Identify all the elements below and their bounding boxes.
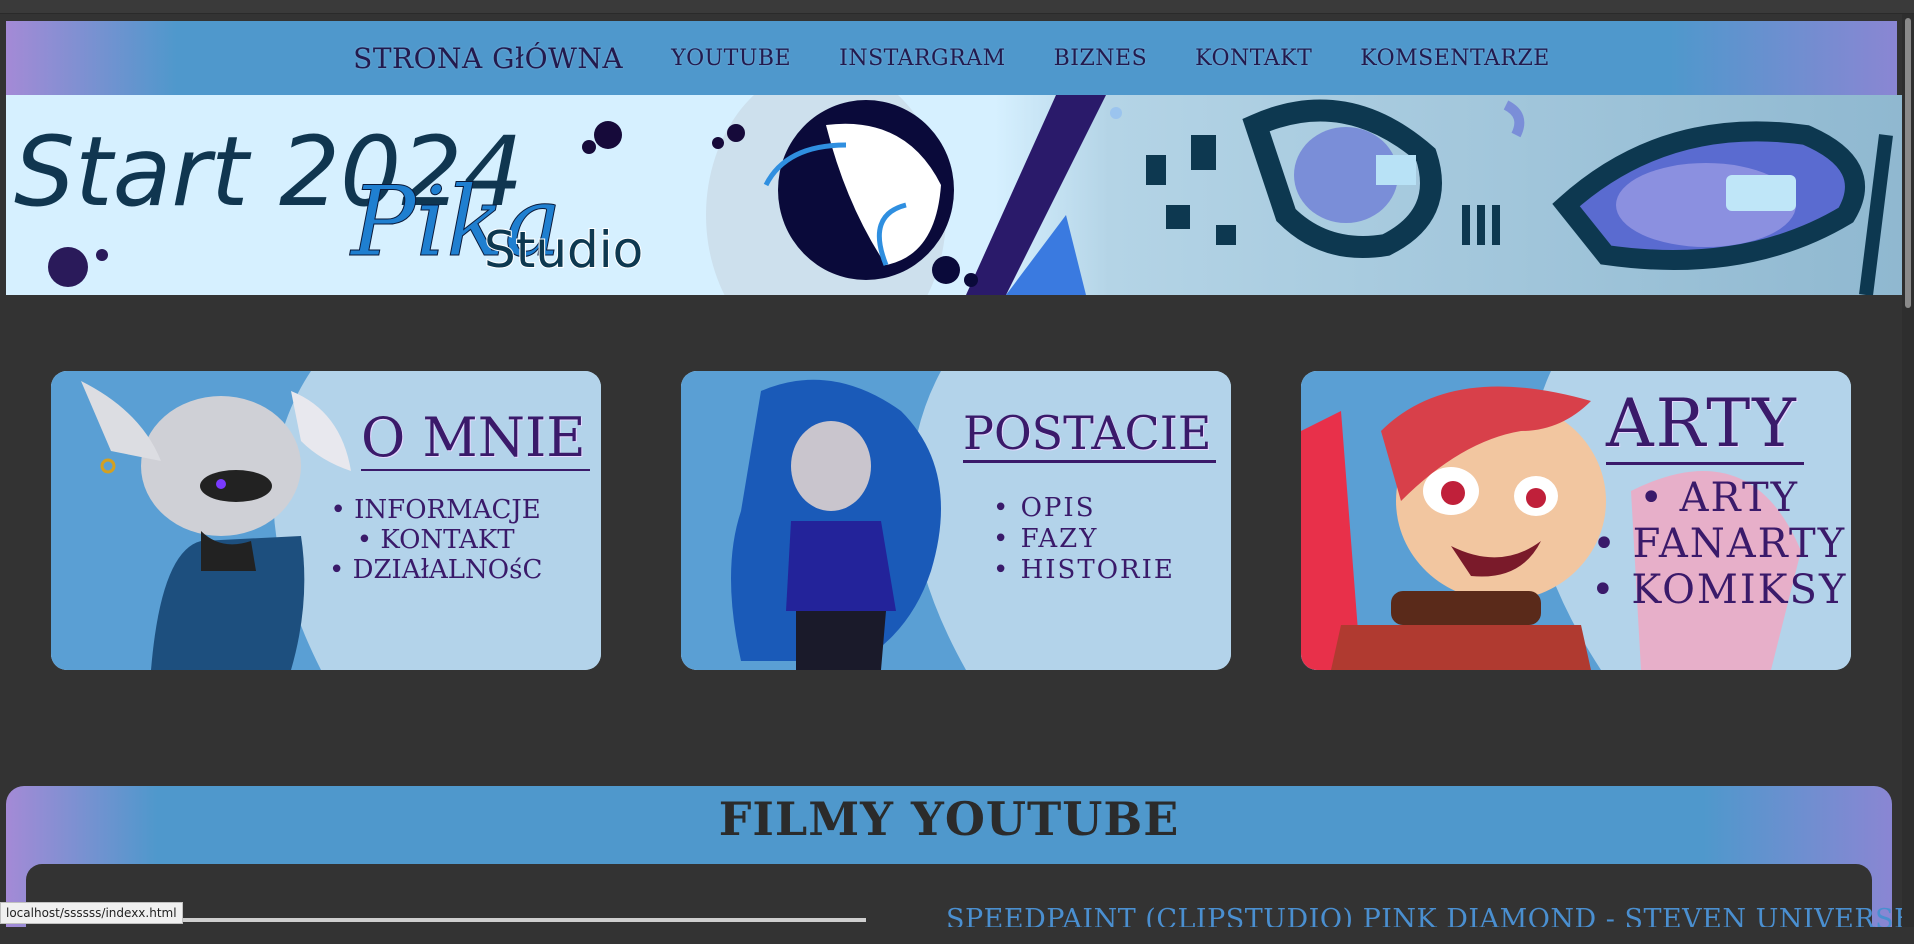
- list-item[interactable]: • KONTAKT: [329, 525, 542, 555]
- card-title: O MNIE: [361, 406, 590, 471]
- characters-card[interactable]: POSTACIE • OPIS • FAZY • HISTORIE: [681, 371, 1231, 670]
- card-title: ARTY: [1606, 385, 1804, 465]
- about-me-list: • INFORMACJE • KONTAKT • DZIAłALNOśC: [329, 495, 542, 585]
- list-item[interactable]: • INFORMACJE: [329, 495, 542, 525]
- about-me-card[interactable]: O MNIE • INFORMACJE • KONTAKT • DZIAłALN…: [51, 371, 601, 670]
- nav-business-link[interactable]: BIZNES: [1030, 46, 1172, 71]
- video-title-link[interactable]: SPEEDPAINT (CLIPSTUDIO) PINK DIAMOND - S…: [946, 904, 1914, 927]
- card-title: POSTACIE: [963, 406, 1216, 463]
- scrollbar-thumb[interactable]: [1905, 18, 1911, 308]
- header-banner: Start 2024 Pika Studio: [6, 95, 1908, 295]
- nav-youtube-link[interactable]: YOUTUBE: [647, 46, 815, 71]
- characters-list: • OPIS • FAZY • HISTORIE: [993, 493, 1175, 586]
- nav-contact-link[interactable]: KONTAKT: [1171, 46, 1336, 71]
- main-nav: STRONA GłÓWNA YOUTUBE INSTARGRAM BIZNES …: [6, 21, 1897, 95]
- page-scrollbar[interactable]: [1902, 14, 1914, 927]
- youtube-heading: FILMY YOUTUBE: [718, 792, 1180, 846]
- list-item[interactable]: • HISTORIE: [993, 555, 1175, 586]
- list-item[interactable]: • ARTY: [1591, 475, 1847, 521]
- browser-top-edge: [0, 0, 1914, 14]
- banner-artwork: Start 2024 Pika Studio: [14, 95, 1893, 295]
- list-item[interactable]: • DZIAłALNOśC: [329, 555, 542, 585]
- list-item[interactable]: • OPIS: [993, 493, 1175, 524]
- arts-card[interactable]: ARTY • ARTY • FANARTY • KOMIKSY: [1301, 371, 1851, 670]
- list-item[interactable]: • FANARTY: [1591, 521, 1847, 567]
- list-item[interactable]: • FAZY: [993, 524, 1175, 555]
- nav-home-link[interactable]: STRONA GłÓWNA: [329, 42, 647, 75]
- nav-comments-link[interactable]: KOMSENTARZE: [1336, 46, 1574, 71]
- banner-studio-text: Studio: [484, 221, 643, 279]
- list-item[interactable]: • KOMIKSY: [1591, 567, 1847, 613]
- nav-instagram-link[interactable]: INSTARGRAM: [815, 46, 1030, 71]
- video-embed-edge[interactable]: [130, 918, 866, 922]
- status-bar-url: localhost/ssssss/indexx.html: [0, 902, 183, 924]
- arts-list: • ARTY • FANARTY • KOMIKSY: [1591, 475, 1847, 613]
